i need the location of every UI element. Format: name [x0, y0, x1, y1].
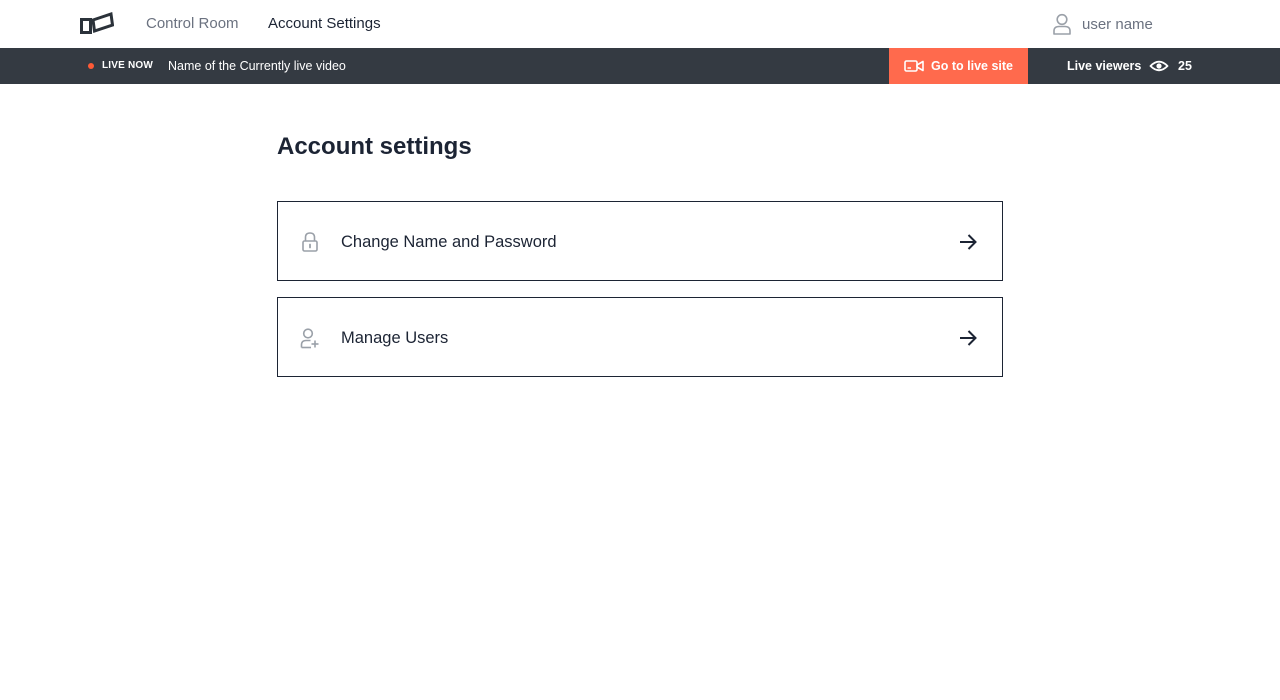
manage-users-label: Manage Users	[341, 329, 449, 347]
go-to-live-site-label: Go to live site	[931, 59, 1013, 73]
user-icon	[1053, 13, 1071, 35]
live-bar: LIVE NOW Name of the Currently live vide…	[0, 48, 1280, 84]
nav-link-control-room[interactable]: Control Room	[146, 14, 239, 34]
add-user-icon	[300, 328, 319, 349]
arrow-right-icon	[960, 234, 977, 250]
page-title: Account settings	[277, 133, 472, 160]
live-now-badge: LIVE NOW	[102, 60, 154, 71]
manage-users-card[interactable]: Manage Users	[277, 297, 1003, 377]
live-indicator-dot	[88, 63, 94, 69]
logo-icon[interactable]	[80, 12, 114, 36]
live-viewers-label: Live viewers	[1067, 59, 1142, 73]
live-video-title: Name of the Currently live video	[168, 59, 346, 73]
change-name-password-label: Change Name and Password	[341, 233, 557, 251]
change-name-password-card[interactable]: Change Name and Password	[277, 201, 1003, 281]
arrow-right-icon	[960, 330, 977, 346]
eye-icon	[1149, 60, 1169, 72]
nav-link-account-settings[interactable]: Account Settings	[268, 14, 381, 34]
top-navigation: Control Room Account Settings user name	[0, 0, 1280, 48]
lock-icon	[302, 232, 318, 252]
video-camera-icon	[904, 60, 924, 72]
user-name: user name	[1082, 15, 1153, 33]
live-viewers-count: 25	[1178, 59, 1192, 73]
go-to-live-site-button[interactable]: Go to live site	[889, 48, 1028, 84]
user-menu[interactable]: user name	[1052, 12, 1153, 36]
